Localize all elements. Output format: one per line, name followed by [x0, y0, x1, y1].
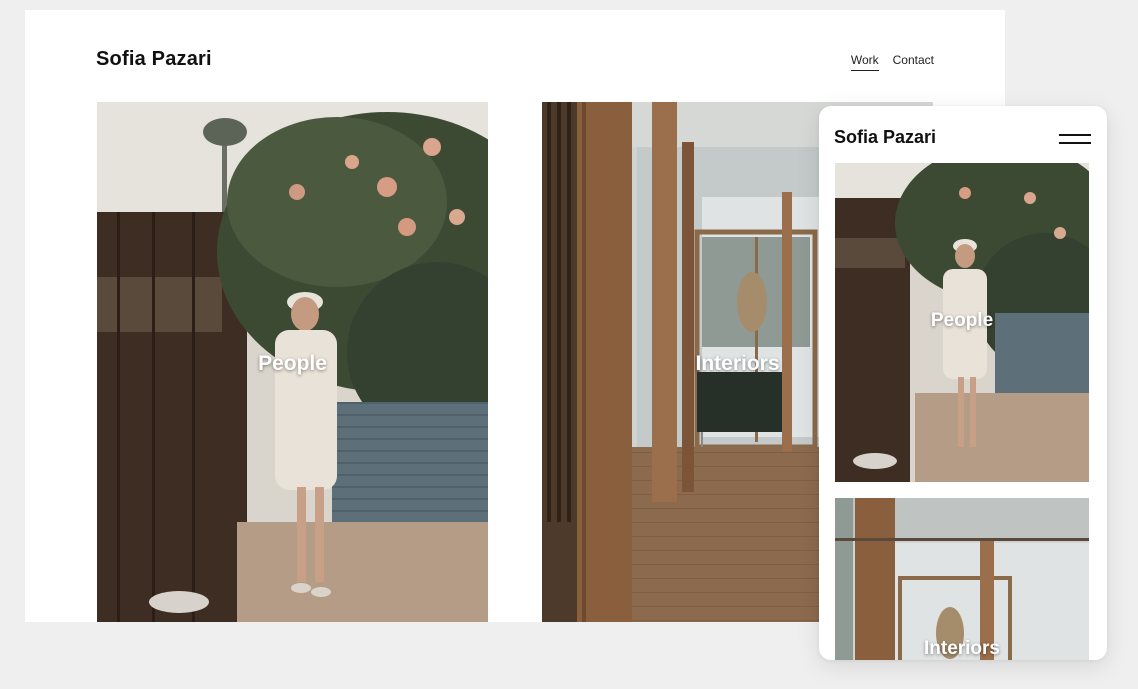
main-nav: Work Contact: [850, 53, 934, 71]
mobile-site-logo[interactable]: Sofia Pazari: [834, 127, 936, 148]
menu-line: [1059, 142, 1091, 144]
hamburger-menu-icon[interactable]: [1059, 132, 1091, 146]
mobile-caption-people: People: [930, 310, 994, 331]
mobile-caption-interiors: Interiors: [923, 638, 1001, 659]
site-logo[interactable]: Sofia Pazari: [96, 48, 212, 71]
mobile-tile-people[interactable]: People: [835, 163, 1089, 482]
menu-line: [1059, 134, 1091, 136]
mobile-interiors-photo: [835, 498, 1089, 660]
mobile-tile-interiors[interactable]: Interiors: [835, 498, 1089, 660]
mobile-site-frame: Sofia Pazari People Interiors: [819, 106, 1107, 660]
nav-link-contact[interactable]: Contact: [893, 53, 934, 71]
nav-link-work[interactable]: Work: [850, 53, 879, 71]
portfolio-tile-people[interactable]: People: [97, 102, 488, 622]
tile-caption-people: People: [258, 352, 327, 375]
